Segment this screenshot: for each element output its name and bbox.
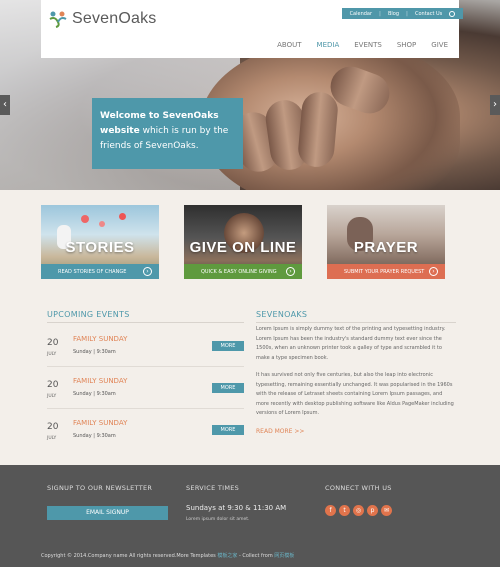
petal bbox=[119, 213, 126, 220]
event-time: Sunday | 9:30am bbox=[73, 349, 116, 355]
divider: | bbox=[406, 10, 408, 17]
panel-give[interactable]: GIVE ON LINE QUICK & EASY ONLINE GIVING … bbox=[184, 205, 302, 279]
events-rule bbox=[47, 322, 244, 323]
event-name[interactable]: FAMILY SUNDAY bbox=[73, 419, 127, 427]
panel-stories-title: STORIES bbox=[65, 239, 135, 256]
event-time: Sunday | 9:30am bbox=[73, 391, 116, 397]
arrow-right-icon: › bbox=[286, 267, 295, 276]
panel-give-bar[interactable]: QUICK & EASY ONLINE GIVING › bbox=[184, 264, 302, 279]
event-item: 20 JULY FAMILY SUNDAY Sunday | 9:30am MO… bbox=[47, 412, 244, 444]
event-month: JULY bbox=[47, 394, 57, 399]
event-time: Sunday | 9:30am bbox=[73, 433, 116, 439]
logo-mark-icon bbox=[48, 10, 68, 28]
event-more-button[interactable]: MORE bbox=[212, 383, 244, 393]
copyright-mid: - Collect from bbox=[237, 553, 275, 559]
panel-give-title: GIVE ON LINE bbox=[189, 239, 297, 256]
facebook-icon[interactable]: f bbox=[325, 505, 336, 516]
divider: | bbox=[379, 10, 381, 17]
arrow-right-icon: › bbox=[429, 267, 438, 276]
nav-events[interactable]: EVENTS bbox=[354, 41, 382, 49]
petal bbox=[81, 215, 89, 223]
top-links: Calendar | Blog | Contact Us bbox=[342, 8, 463, 19]
about-title: SEVENOAKS bbox=[256, 310, 308, 319]
panel-prayer-bar[interactable]: SUBMIT YOUR PRAYER REQUEST › bbox=[327, 264, 445, 279]
toplink-contact[interactable]: Contact Us bbox=[415, 11, 442, 17]
read-more-link[interactable]: READ MORE >> bbox=[256, 428, 304, 435]
connect-title: CONNECT WITH US bbox=[325, 484, 392, 492]
email-icon[interactable]: ✉ bbox=[381, 505, 392, 516]
nav-media[interactable]: MEDIA bbox=[317, 41, 340, 49]
newsletter-title: SIGNUP TO OUR NEWSLETTER bbox=[47, 484, 153, 492]
service-time: Sundays at 9:30 & 11:30 AM bbox=[186, 504, 287, 512]
pinterest-icon[interactable]: p bbox=[367, 505, 378, 516]
panel-give-cta: QUICK & EASY ONLINE GIVING bbox=[201, 268, 277, 275]
event-name[interactable]: FAMILY SUNDAY bbox=[73, 335, 127, 343]
page: SevenOaks Calendar | Blog | Contact Us A… bbox=[0, 0, 500, 567]
panel-prayer-cta: SUBMIT YOUR PRAYER REQUEST bbox=[344, 268, 425, 275]
event-item: 20 JULY FAMILY SUNDAY Sunday | 9:30am MO… bbox=[47, 370, 244, 409]
event-month: JULY bbox=[47, 436, 57, 441]
panel-stories-cta: READ STORIES OF CHANGE bbox=[58, 268, 127, 275]
event-day: 20 bbox=[47, 380, 59, 390]
copyright-link-1[interactable]: 模板之家 bbox=[217, 553, 237, 559]
petal bbox=[99, 221, 105, 227]
slider-prev-arrow-icon[interactable]: ‹ bbox=[0, 95, 10, 115]
panel-stories-bar[interactable]: READ STORIES OF CHANGE › bbox=[41, 264, 159, 279]
copyright-link-2[interactable]: 网页模板 bbox=[274, 553, 294, 559]
slider-next-arrow-icon[interactable]: › bbox=[490, 95, 500, 115]
welcome-box: Welcome to SevenOaks website which is ru… bbox=[92, 98, 243, 169]
panel-stories[interactable]: STORIES READ STORIES OF CHANGE › bbox=[41, 205, 159, 279]
about-paragraph-1: Lorem Ipsum is simply dummy text of the … bbox=[256, 326, 446, 361]
divider bbox=[47, 408, 244, 409]
event-name[interactable]: FAMILY SUNDAY bbox=[73, 377, 127, 385]
events-title: UPCOMING EVENTS bbox=[47, 310, 130, 319]
copyright: Copyright © 2014.Company name All rights… bbox=[41, 552, 294, 559]
toplink-calendar[interactable]: Calendar bbox=[350, 11, 372, 17]
arrow-right-icon: › bbox=[143, 267, 152, 276]
email-signup-button[interactable]: EMAIL SIGNUP bbox=[47, 506, 168, 520]
panel-prayer[interactable]: PRAYER SUBMIT YOUR PRAYER REQUEST › bbox=[327, 205, 445, 279]
event-month: JULY bbox=[47, 352, 57, 357]
logo[interactable]: SevenOaks bbox=[48, 10, 157, 28]
instagram-icon[interactable]: ◎ bbox=[353, 505, 364, 516]
nav-shop[interactable]: SHOP bbox=[397, 41, 416, 49]
twitter-icon[interactable]: t bbox=[339, 505, 350, 516]
about-paragraph-2: It has survived not only five centuries,… bbox=[256, 372, 454, 416]
copyright-text: Copyright © 2014.Company name All rights… bbox=[41, 553, 218, 559]
brand-name: SevenOaks bbox=[72, 10, 157, 27]
toplink-blog[interactable]: Blog bbox=[388, 11, 399, 17]
event-day: 20 bbox=[47, 338, 59, 348]
search-icon[interactable] bbox=[449, 10, 456, 17]
event-more-button[interactable]: MORE bbox=[212, 425, 244, 435]
service-note: Lorem ipsum dolor sit amet. bbox=[186, 517, 250, 522]
event-more-button[interactable]: MORE bbox=[212, 341, 244, 351]
panel-prayer-title: PRAYER bbox=[353, 239, 419, 256]
event-item: 20 JULY FAMILY SUNDAY Sunday | 9:30am MO… bbox=[47, 328, 244, 367]
event-day: 20 bbox=[47, 422, 59, 432]
divider bbox=[47, 366, 244, 367]
nav-about[interactable]: ABOUT bbox=[277, 41, 301, 49]
about-rule bbox=[256, 322, 456, 323]
social-links: f t ◎ p ✉ bbox=[325, 505, 392, 516]
nav-give[interactable]: GIVE bbox=[431, 41, 448, 49]
service-times-title: SERVICE TIMES bbox=[186, 484, 240, 492]
main-nav: ABOUT MEDIA EVENTS SHOP GIVE bbox=[262, 41, 448, 49]
